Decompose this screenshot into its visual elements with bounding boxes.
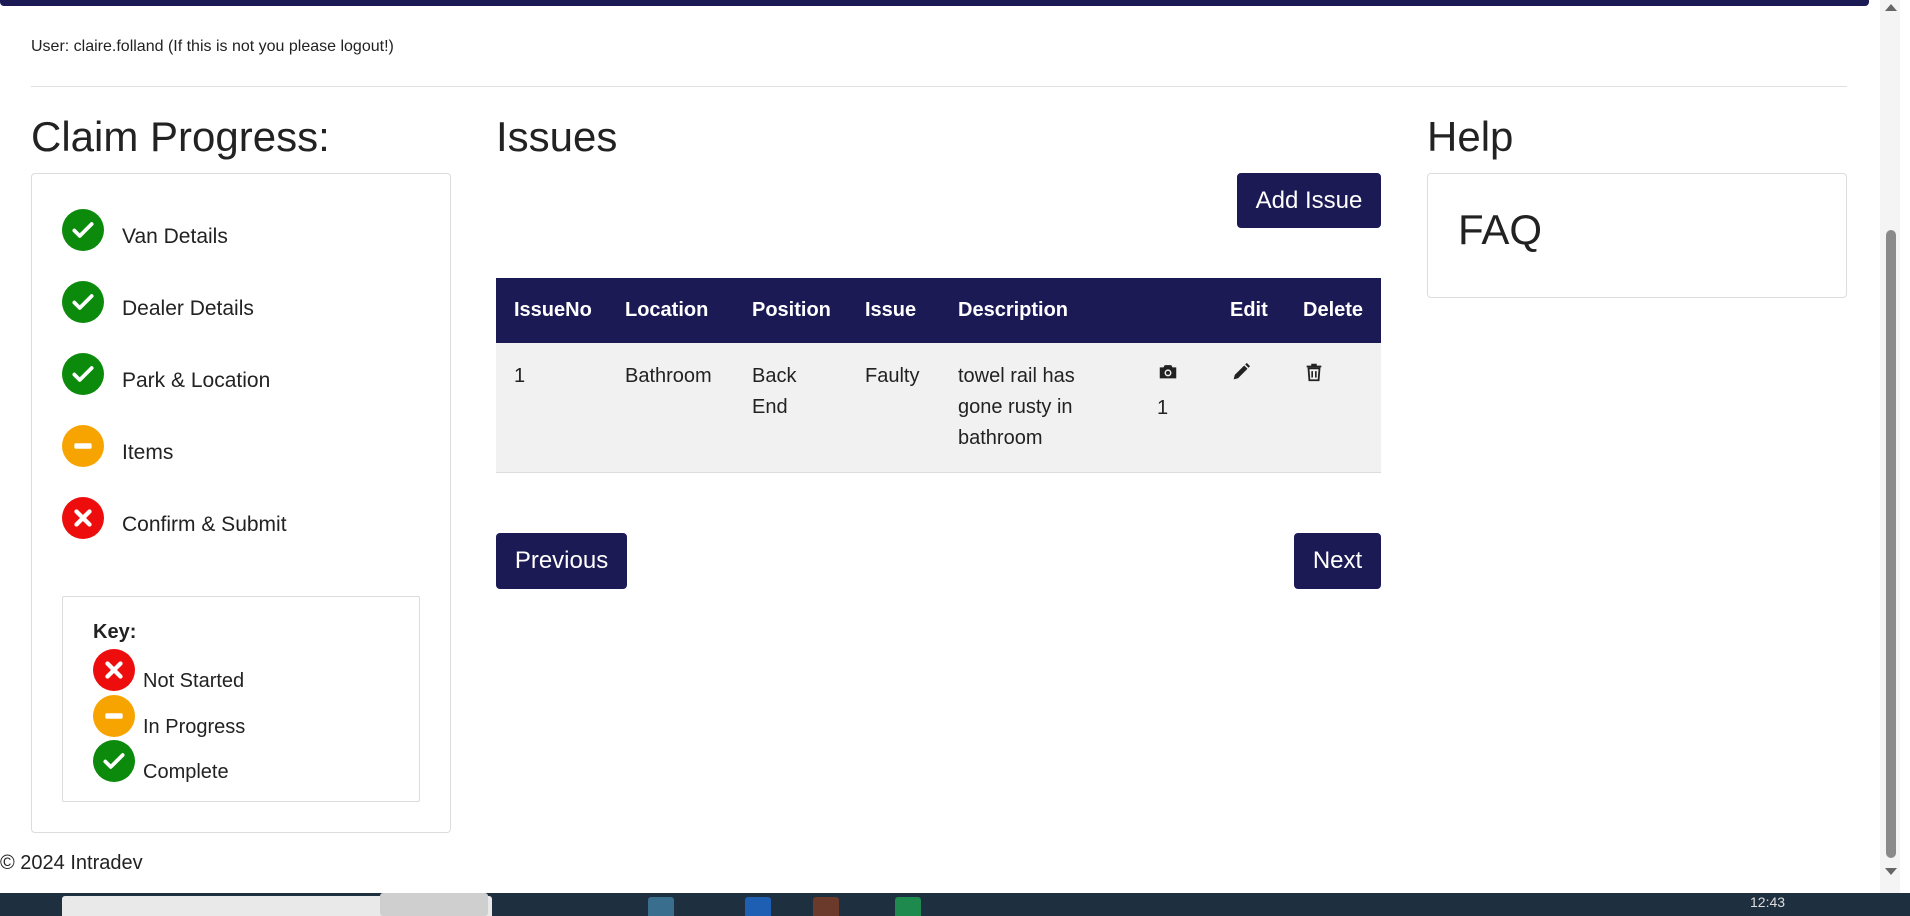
photo-count: 1 — [1157, 397, 1169, 419]
step-confirm-submit: Confirm & Submit — [62, 496, 287, 540]
pencil-icon[interactable] — [1230, 361, 1254, 385]
column-header: Delete — [1303, 299, 1364, 321]
complete-icon — [62, 353, 104, 395]
column-header: Description — [958, 299, 1069, 321]
description-cell: towel rail has gone rusty in bathroom — [958, 365, 1075, 449]
key-complete: Complete — [93, 740, 229, 782]
taskbar-widget[interactable] — [380, 893, 488, 916]
taskbar: 12:43 — [0, 893, 1910, 916]
location-cell: Bathroom — [625, 365, 712, 387]
divider — [31, 86, 1847, 87]
table-row: 1 Bathroom Back End Faulty towel rail ha… — [496, 343, 1381, 473]
step-label: Items — [122, 441, 174, 464]
previous-button[interactable]: Previous — [496, 533, 627, 589]
table-header-row: IssueNo Location Position Issue Descript… — [496, 278, 1381, 343]
taskbar-app-icon[interactable] — [648, 897, 674, 916]
claim-progress-title: Claim Progress: — [31, 113, 330, 160]
step-label: Confirm & Submit — [122, 513, 287, 536]
photo-cell: 1 — [1147, 343, 1212, 473]
issues-title: Issues — [496, 113, 618, 160]
issue-no-cell: 1 — [514, 365, 526, 387]
column-header: Location — [625, 299, 709, 321]
step-label: Park & Location — [122, 369, 271, 392]
help-title: Help — [1427, 113, 1514, 160]
in-progress-icon — [93, 695, 135, 737]
key-label: Not Started — [143, 670, 245, 692]
column-header: Edit — [1230, 299, 1268, 321]
faq-link[interactable]: FAQ — [1458, 206, 1542, 254]
key-not-started: Not Started — [93, 649, 244, 691]
taskbar-app-icon[interactable] — [895, 897, 921, 916]
trash-icon[interactable] — [1303, 361, 1327, 385]
scroll-down-icon[interactable] — [1885, 868, 1897, 875]
footer-copyright: © 2024 Intradev — [0, 852, 143, 874]
add-issue-button[interactable]: Add Issue — [1237, 173, 1381, 228]
not-started-icon — [93, 649, 135, 691]
next-button[interactable]: Next — [1294, 533, 1381, 589]
column-header: Position — [752, 299, 831, 321]
taskbar-app-icon[interactable] — [745, 897, 771, 916]
camera-icon[interactable] — [1157, 361, 1181, 385]
progress-card: Van Details Dealer Details Park & Locati… — [31, 173, 451, 833]
step-van-details: Van Details — [62, 208, 228, 252]
issues-table: IssueNo Location Position Issue Descript… — [496, 278, 1381, 473]
complete-icon — [93, 740, 135, 782]
vertical-scrollbar[interactable] — [1880, 0, 1900, 893]
top-navbar — [0, 0, 1869, 6]
key-label: In Progress — [143, 716, 246, 738]
key-label: Complete — [143, 761, 229, 783]
scroll-thumb[interactable] — [1886, 230, 1896, 858]
help-card: FAQ — [1427, 173, 1847, 298]
taskbar-clock: 12:43 — [1750, 894, 1786, 910]
scroll-up-icon[interactable] — [1885, 4, 1897, 11]
user-line: User: claire.folland (If this is not you… — [31, 38, 394, 55]
column-header — [1147, 278, 1212, 343]
key-in-progress: In Progress — [93, 695, 245, 737]
step-dealer-details: Dealer Details — [62, 280, 254, 324]
step-park-location: Park & Location — [62, 352, 270, 396]
taskbar-app-icon[interactable] — [813, 897, 839, 916]
step-label: Dealer Details — [122, 297, 254, 320]
not-started-icon — [62, 497, 104, 539]
delete-cell — [1285, 343, 1381, 473]
key-title: Key: — [93, 621, 137, 643]
complete-icon — [62, 209, 104, 251]
in-progress-icon — [62, 425, 104, 467]
position-cell: Back End — [752, 365, 797, 418]
status-key: Key: Not Started In Progress Complete — [62, 596, 420, 802]
issue-cell: Faulty — [865, 365, 920, 387]
edit-cell — [1212, 343, 1285, 473]
step-items: Items — [62, 424, 173, 468]
column-header: Issue — [865, 299, 917, 321]
step-label: Van Details — [122, 225, 228, 248]
column-header: IssueNo — [514, 299, 592, 321]
complete-icon — [62, 281, 104, 323]
